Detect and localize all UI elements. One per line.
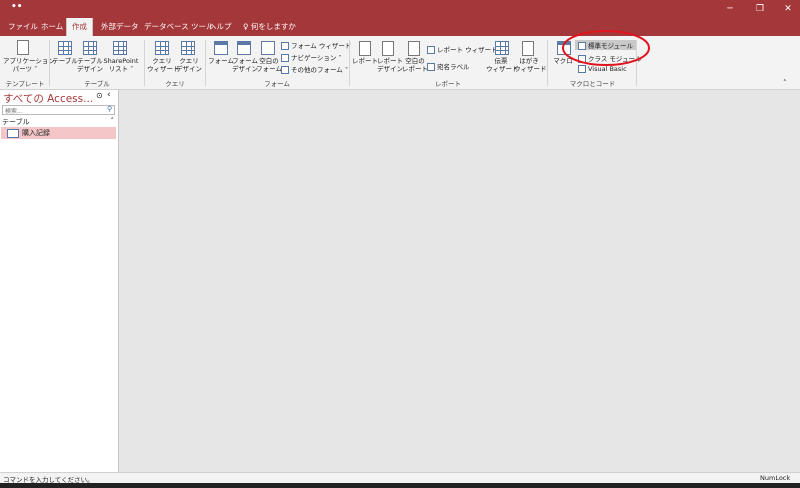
tell-me-label: 何をしますか — [250, 22, 296, 31]
title-bar: •• ─ ❐ ✕ — [0, 0, 800, 18]
sharepoint-icon — [113, 41, 127, 55]
table-design-icon — [83, 41, 97, 55]
annotation-circle — [562, 30, 650, 66]
navigation-label: ナビゲーション ˅ — [291, 54, 342, 62]
blank-report-button[interactable]: 空白の レポート — [401, 57, 429, 73]
table-button[interactable]: テーブル — [52, 57, 78, 65]
report-icon — [359, 41, 371, 56]
more-forms-button[interactable]: その他のフォーム ˅ — [281, 64, 348, 74]
tell-me-search[interactable]: ♀ 何をしますか — [238, 18, 301, 36]
navigation-pane — [0, 90, 119, 472]
nav-item-table[interactable]: 購入記録 — [1, 127, 116, 139]
group-label-report: レポート — [435, 80, 461, 88]
report-design-button[interactable]: レポート デザイン — [376, 57, 404, 73]
tab-external-data[interactable]: 外部データ — [96, 18, 144, 36]
app-parts-icon — [17, 40, 29, 55]
query-wizard-button[interactable]: クエリ ウィザード — [147, 57, 180, 73]
report-wizard-button[interactable]: レポート ウィザード — [427, 44, 498, 54]
numlock-indicator: NumLock — [760, 474, 791, 482]
report-wizard-icon — [427, 46, 435, 54]
form-wizard-icon — [281, 42, 289, 50]
workspace — [119, 90, 800, 472]
search-icon[interactable]: ⚲ — [107, 105, 112, 113]
group-separator — [349, 40, 350, 86]
mailing-label-icon — [427, 63, 435, 71]
taskbar-strip — [0, 483, 800, 488]
form-design-icon — [237, 41, 251, 55]
query-design-icon — [181, 41, 195, 55]
more-forms-label: その他のフォーム ˅ — [291, 66, 349, 74]
nav-group-label: テーブル — [2, 118, 30, 126]
nav-pane-title[interactable]: すべての Access... — [3, 91, 93, 106]
query-wizard-icon — [155, 41, 169, 55]
tab-home[interactable]: ホーム — [36, 18, 68, 36]
slip-wizard-icon — [495, 41, 509, 55]
nav-menu-icon[interactable]: ⊙ — [96, 91, 103, 100]
blank-form-icon — [261, 41, 275, 55]
group-separator — [49, 40, 50, 86]
table-icon — [58, 41, 72, 55]
group-label-query: クエリ — [165, 80, 185, 88]
navigation-button[interactable]: ナビゲーション ˅ — [281, 52, 342, 62]
blank-form-button[interactable]: 空白の フォーム — [255, 57, 283, 73]
slip-wizard-button[interactable]: 伝票 ウィザード — [486, 57, 519, 73]
blank-report-icon — [408, 41, 420, 56]
tab-help[interactable]: ヘルプ — [204, 18, 237, 36]
group-label-form: フォーム — [264, 80, 290, 88]
nav-item-label: 購入記録 — [22, 129, 50, 137]
restore-icon[interactable]: ❐ — [748, 0, 772, 18]
group-separator — [144, 40, 145, 86]
sharepoint-list-button[interactable]: SharePoint リスト ˅ — [102, 57, 140, 73]
query-design-button[interactable]: クエリ デザイン — [175, 57, 203, 73]
mailing-label-button[interactable]: 宛名ラベル — [427, 61, 470, 71]
group-separator — [547, 40, 548, 86]
minimize-icon[interactable]: ─ — [718, 0, 742, 18]
nav-collapse-icon[interactable]: ‹ — [107, 90, 111, 100]
group-label-table: テーブル — [84, 80, 110, 88]
collapse-ribbon-icon[interactable]: ˄ — [783, 79, 787, 87]
mailing-label-label: 宛名ラベル — [437, 63, 470, 71]
report-button[interactable]: レポート — [352, 57, 378, 65]
nav-search-input[interactable] — [3, 107, 107, 116]
postcard-wizard-button[interactable]: はがき ウィザード — [514, 57, 547, 73]
form-wizard-label: フォーム ウィザード — [291, 42, 352, 50]
search-field[interactable]: ⚲ — [2, 105, 115, 116]
nav-group-header[interactable]: テーブル ˄ — [2, 117, 116, 126]
navigation-icon — [281, 54, 289, 62]
close-icon[interactable]: ✕ — [776, 0, 800, 18]
lightbulb-icon: ♀ — [243, 22, 249, 31]
tab-create[interactable]: 作成 — [66, 18, 93, 36]
group-separator — [205, 40, 206, 86]
form-wizard-button[interactable]: フォーム ウィザード — [281, 40, 351, 50]
form-icon — [214, 41, 228, 55]
app-menu-dots[interactable]: •• — [11, 2, 23, 12]
more-forms-icon — [281, 66, 289, 74]
table-design-button[interactable]: テーブル デザイン — [77, 57, 103, 73]
app-parts-button[interactable]: アプリケーション パーツ ˅ — [3, 57, 55, 73]
table-icon — [7, 129, 19, 138]
group-label-template: テンプレート — [5, 80, 45, 88]
chevron-up-icon[interactable]: ˄ — [111, 117, 115, 125]
report-wizard-label: レポート ウィザード — [437, 46, 498, 54]
postcard-wizard-icon — [522, 41, 534, 56]
report-design-icon — [382, 41, 394, 56]
group-label-macro: マクロとコード — [569, 80, 616, 88]
